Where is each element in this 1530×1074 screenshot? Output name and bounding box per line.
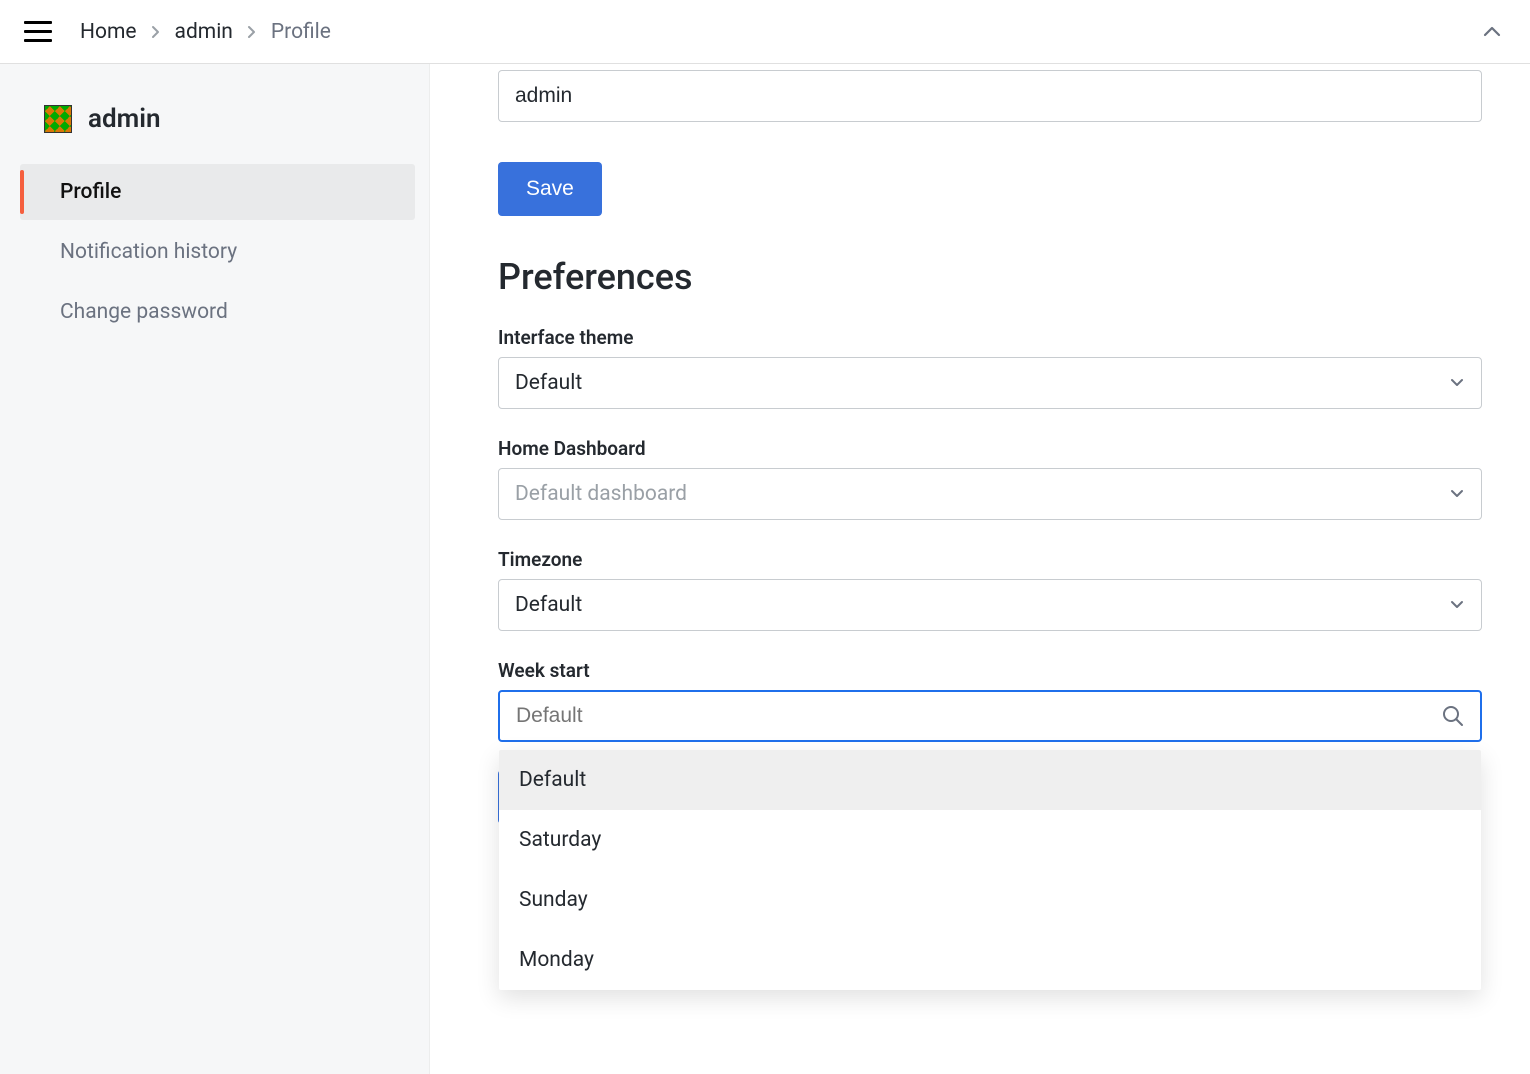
sidebar-item-label: Notification history — [60, 240, 237, 264]
chevron-right-icon — [151, 25, 161, 39]
save-button[interactable]: Save — [498, 162, 602, 216]
week-start-select[interactable]: Default Saturday Sunday Monday — [498, 690, 1482, 742]
sidebar-username: admin — [88, 104, 160, 134]
timezone-select[interactable]: Default — [498, 579, 1482, 631]
sidebar-item-notification-history[interactable]: Notification history — [20, 224, 415, 280]
sidebar: admin Profile Notification history Chang… — [0, 64, 430, 1074]
search-icon — [1442, 705, 1464, 727]
select-placeholder: Default dashboard — [515, 482, 687, 506]
breadcrumb-item-home[interactable]: Home — [80, 20, 137, 44]
menu-toggle-button[interactable] — [20, 14, 56, 50]
dropdown-option-sunday[interactable]: Sunday — [499, 870, 1481, 930]
dropdown-option-saturday[interactable]: Saturday — [499, 810, 1481, 870]
field-label: Interface theme — [498, 326, 1482, 349]
collapse-button[interactable] — [1482, 25, 1502, 39]
interface-theme-select[interactable]: Default — [498, 357, 1482, 409]
breadcrumb-item-current: Profile — [271, 20, 331, 44]
sidebar-header: admin — [0, 104, 429, 162]
field-week-start: Week start Default Saturday Sunday Monda… — [498, 659, 1482, 742]
avatar — [44, 105, 72, 133]
chevron-right-icon — [247, 25, 257, 39]
week-start-dropdown: Default Saturday Sunday Monday — [499, 750, 1481, 990]
sidebar-item-profile[interactable]: Profile — [20, 164, 415, 220]
sidebar-nav: Profile Notification history Change pass… — [0, 162, 429, 342]
username-input[interactable] — [498, 70, 1482, 122]
chevron-down-icon — [1449, 488, 1465, 500]
dropdown-option-monday[interactable]: Monday — [499, 930, 1481, 990]
chevron-down-icon — [1449, 599, 1465, 611]
field-timezone: Timezone Default — [498, 548, 1482, 631]
preferences-heading: Preferences — [498, 256, 1482, 298]
select-value: Default — [515, 371, 582, 395]
sidebar-item-change-password[interactable]: Change password — [20, 284, 415, 340]
topbar: Home admin Profile — [0, 0, 1530, 64]
field-home-dashboard: Home Dashboard Default dashboard — [498, 437, 1482, 520]
breadcrumb: Home admin Profile — [80, 20, 331, 44]
field-label: Week start — [498, 659, 1482, 682]
select-value: Default — [515, 593, 582, 617]
dropdown-option-default[interactable]: Default — [499, 750, 1481, 810]
sidebar-item-label: Change password — [60, 300, 228, 324]
week-start-search-input[interactable] — [516, 692, 1369, 740]
home-dashboard-select[interactable]: Default dashboard — [498, 468, 1482, 520]
field-label: Timezone — [498, 548, 1482, 571]
sidebar-item-label: Profile — [60, 180, 121, 204]
breadcrumb-item-admin[interactable]: admin — [175, 20, 233, 44]
main-content: Save Preferences Interface theme Default… — [430, 64, 1530, 1074]
field-interface-theme: Interface theme Default — [498, 326, 1482, 409]
chevron-down-icon — [1449, 377, 1465, 389]
field-label: Home Dashboard — [498, 437, 1482, 460]
